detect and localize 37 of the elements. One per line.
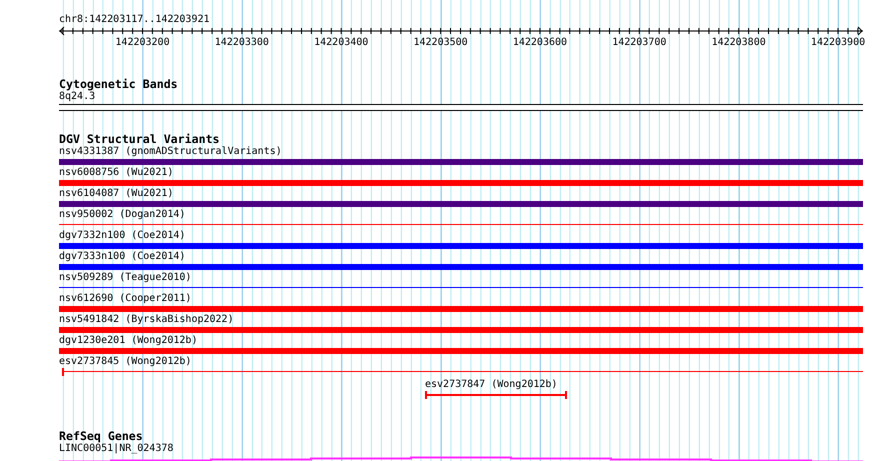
- ruler-tick-label: 142203600: [512, 37, 568, 48]
- location-label: chr8:142203117..142203921: [59, 14, 210, 26]
- variant-label: esv2737847 (Wong2012b): [425, 379, 558, 391]
- variant-label: nsv6104087 (Wu2021): [59, 188, 174, 200]
- variant-label: nsv4331387 (gnomADStructuralVariants): [59, 146, 282, 158]
- variant-label: esv2737845 (Wong2012b): [59, 356, 192, 368]
- ruler-tick-label: 142203400: [314, 37, 368, 48]
- gene-line-drawing[interactable]: [59, 455, 863, 461]
- variant-label: nsv6008756 (Wu2021): [59, 167, 174, 179]
- ruler-tick-label: 142203900: [810, 37, 866, 48]
- variant-label: dgv7333n100 (Coe2014): [59, 251, 186, 263]
- track-title: Cytogenetic Bands: [59, 78, 178, 91]
- variant-span[interactable]: [425, 391, 567, 399]
- ruler-tick-label: 142203800: [712, 37, 766, 48]
- ruler-tick-label: 142203200: [115, 37, 170, 48]
- band-label: 8q24.3: [59, 91, 96, 103]
- variant-bar[interactable]: [59, 348, 863, 354]
- variant-bar[interactable]: [59, 306, 863, 312]
- variant-bar[interactable]: [59, 327, 863, 333]
- variant-label: nsv509289 (Teague2010): [59, 272, 192, 284]
- variant-bar[interactable]: [59, 201, 863, 207]
- track-title: DGV Structural Variants: [59, 133, 220, 146]
- ruler-tick-label: 142203500: [413, 37, 468, 48]
- track-title: RefSeq Genes: [59, 430, 143, 443]
- variant-bar[interactable]: [59, 264, 863, 270]
- variant-span[interactable]: [62, 368, 863, 376]
- variant-bar[interactable]: [59, 159, 863, 165]
- variant-label: dgv1230e201 (Wong2012b): [59, 335, 198, 347]
- ruler-tick-label: 142203300: [214, 37, 269, 48]
- variant-label: nsv950002 (Dogan2014): [59, 209, 186, 221]
- ruler-tick-label: 142203700: [612, 37, 666, 48]
- variant-label: nsv5491842 (ByrskaBishop2022): [59, 314, 234, 326]
- variant-bar[interactable]: [59, 243, 863, 249]
- variant-label: nsv612690 (Cooper2011): [59, 293, 192, 305]
- variant-label: dgv7332n100 (Coe2014): [59, 230, 186, 242]
- gene-label: LINC00051|NR_024378: [59, 443, 174, 455]
- variant-bar[interactable]: [59, 180, 863, 186]
